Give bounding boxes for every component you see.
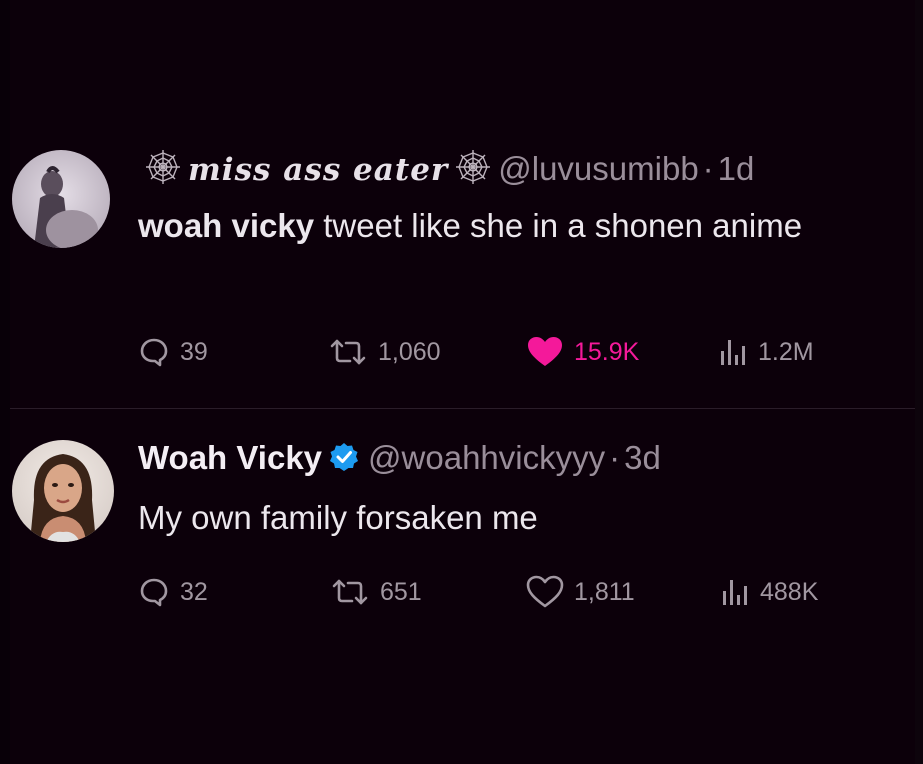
like-button[interactable]: 1,811 <box>526 572 635 612</box>
handle[interactable]: @luvusumibb <box>498 150 698 187</box>
spider-web-icon <box>454 148 492 186</box>
tweet-reply[interactable]: miss ass eater @luvusumibb · 1d woah vicky… <box>0 140 923 390</box>
display-name[interactable]: miss ass eater <box>188 152 448 188</box>
spider-web-icon <box>144 148 182 186</box>
tweet-divider <box>10 408 915 409</box>
like-count: 1,811 <box>574 577 635 606</box>
retweet-count: 651 <box>380 577 422 606</box>
heart-outline-icon <box>526 575 564 608</box>
reply-icon <box>140 338 168 367</box>
retweet-count: 1,060 <box>378 337 441 366</box>
retweet-button[interactable]: 651 <box>330 572 422 612</box>
like-count: 15.9K <box>574 337 640 366</box>
views-bar-chart-icon <box>723 580 747 605</box>
like-button[interactable]: 15.9K <box>526 332 639 372</box>
verified-badge-icon <box>328 441 360 473</box>
separator: · <box>609 439 621 476</box>
screenshot-frame: miss ass eater @luvusumibb · 1d woah vicky… <box>0 0 923 764</box>
reply-button[interactable]: 32 <box>138 572 208 612</box>
reply-button[interactable]: 39 <box>138 332 208 372</box>
reply-count: 32 <box>180 577 208 606</box>
tweet-text-bold: woah vicky <box>138 207 315 244</box>
timestamp[interactable]: 1d <box>718 150 755 187</box>
tweet-text-rest: My own family forsaken me <box>138 499 538 536</box>
retweet-button[interactable]: 1,060 <box>328 332 441 372</box>
tweet-header: miss ass eater @luvusumibb · 1d <box>138 148 754 190</box>
timestamp[interactable]: 3d <box>624 439 661 476</box>
display-name[interactable]: Woah Vicky <box>138 439 322 476</box>
view-count: 1.2M <box>758 337 814 366</box>
tweet-text: woah vicky tweet like she in a shonen an… <box>138 198 878 254</box>
tweet-header: Woah Vicky @woahhvickyyy · 3d <box>138 438 661 478</box>
tweet-actions: 32 651 1,811 488K <box>138 572 898 612</box>
views-button[interactable]: 488K <box>720 572 818 612</box>
retweet-icon <box>332 579 368 605</box>
heart-filled-icon <box>528 337 562 366</box>
handle[interactable]: @woahhvickyyy <box>368 439 605 476</box>
retweet-icon <box>330 339 366 365</box>
tweet-text: My own family forsaken me <box>138 490 878 546</box>
views-button[interactable]: 1.2M <box>718 332 814 372</box>
reply-icon <box>140 578 168 607</box>
tweet-original[interactable]: Woah Vicky @woahhvickyyy · 3d My own famil… <box>0 428 923 628</box>
view-count: 488K <box>760 577 819 606</box>
tweet-text-rest: tweet like she in a shonen anime <box>314 207 803 244</box>
avatar[interactable] <box>12 150 110 248</box>
tweet-actions: 39 1,060 15.9K 1.2M <box>138 332 898 372</box>
reply-count: 39 <box>180 337 208 366</box>
separator: · <box>702 150 714 187</box>
avatar[interactable] <box>12 440 114 542</box>
views-bar-chart-icon <box>721 340 745 365</box>
